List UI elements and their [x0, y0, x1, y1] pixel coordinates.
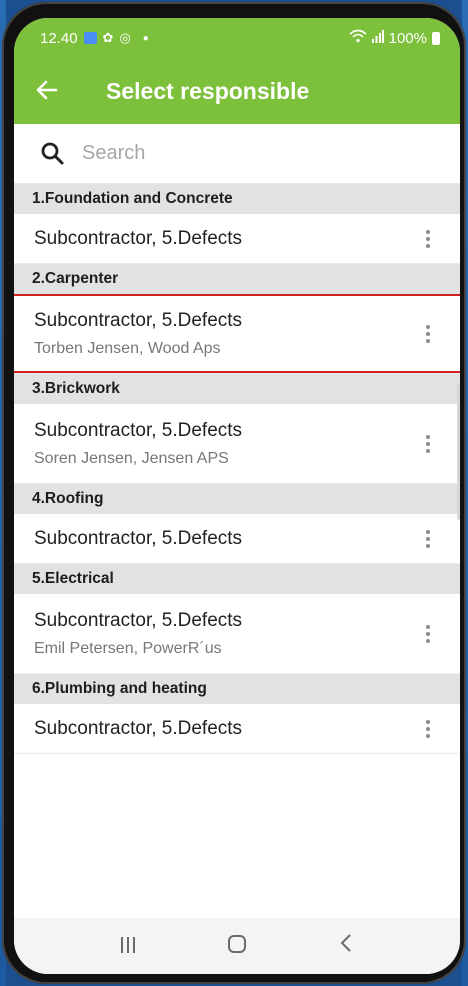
- status-time: 12.40: [40, 29, 78, 47]
- list-item[interactable]: Subcontractor, 5.Defects: [14, 214, 460, 264]
- item-title: Subcontractor, 5.Defects: [34, 527, 243, 549]
- settings-notification-icon: ✿: [102, 30, 114, 45]
- wifi-icon: [349, 29, 367, 47]
- group-header-plumbing: 6.Plumbing and heating: [14, 674, 460, 704]
- more-vertical-icon[interactable]: [416, 229, 440, 248]
- status-bar: 12.40 ✿ ◎ ● 100%: [14, 18, 460, 58]
- back-button[interactable]: [326, 933, 366, 959]
- more-vertical-icon[interactable]: [416, 324, 440, 343]
- arrow-left-icon[interactable]: [36, 78, 76, 104]
- list-item[interactable]: Subcontractor, 5.Defects Soren Jensen, J…: [14, 404, 460, 484]
- phone-frame: 12.40 ✿ ◎ ● 100% Select responsible Sear…: [2, 2, 466, 984]
- item-title: Subcontractor, 5.Defects: [34, 609, 243, 631]
- item-subtitle: Emil Petersen, PowerR´us: [34, 639, 222, 657]
- battery-icon: [432, 31, 440, 45]
- home-button[interactable]: [217, 933, 257, 959]
- group-header-electrical: 5.Electrical: [14, 564, 460, 594]
- signal-icon: [371, 29, 384, 47]
- more-vertical-icon[interactable]: [416, 624, 440, 643]
- list-item-selected[interactable]: Subcontractor, 5.Defects Torben Jensen, …: [14, 294, 460, 374]
- search-input[interactable]: [82, 142, 382, 165]
- search-icon: [40, 141, 66, 167]
- app-notification-icon: [83, 32, 97, 44]
- toolbar: Select responsible: [14, 58, 460, 124]
- group-header-carpenter: 2.Carpenter: [14, 264, 460, 294]
- page-title: Select responsible: [106, 77, 310, 104]
- group-header-brickwork: 3.Brickwork: [14, 374, 460, 404]
- group-header-foundation: 1.Foundation and Concrete: [14, 184, 460, 214]
- item-title: Subcontractor, 5.Defects: [34, 227, 243, 249]
- item-subtitle: Torben Jensen, Wood Aps: [34, 339, 221, 357]
- sync-notification-icon: ◎: [119, 30, 131, 45]
- battery-percent: 100%: [388, 29, 427, 47]
- list-item[interactable]: Subcontractor, 5.Defects: [14, 514, 460, 564]
- list-item[interactable]: Subcontractor, 5.Defects Emil Petersen, …: [14, 594, 460, 674]
- responsible-list: 1.Foundation and Concrete Subcontractor,…: [14, 184, 460, 754]
- more-vertical-icon[interactable]: [416, 529, 440, 548]
- more-vertical-icon[interactable]: [416, 434, 440, 453]
- item-title: Subcontractor, 5.Defects: [34, 309, 243, 331]
- search-bar[interactable]: [14, 124, 460, 184]
- more-notifications-icon: ●: [142, 32, 149, 44]
- item-title: Subcontractor, 5.Defects: [34, 717, 243, 739]
- system-navigation-bar: [14, 918, 460, 974]
- item-subtitle: Soren Jensen, Jensen APS: [34, 449, 229, 467]
- phone-screen: 12.40 ✿ ◎ ● 100% Select responsible Sear…: [14, 18, 460, 974]
- list-item[interactable]: Subcontractor, 5.Defects: [14, 704, 460, 754]
- item-title: Subcontractor, 5.Defects: [34, 419, 243, 441]
- group-header-roofing: 4.Roofing: [14, 484, 460, 514]
- more-vertical-icon[interactable]: [416, 719, 440, 738]
- recent-apps-button[interactable]: [108, 933, 148, 959]
